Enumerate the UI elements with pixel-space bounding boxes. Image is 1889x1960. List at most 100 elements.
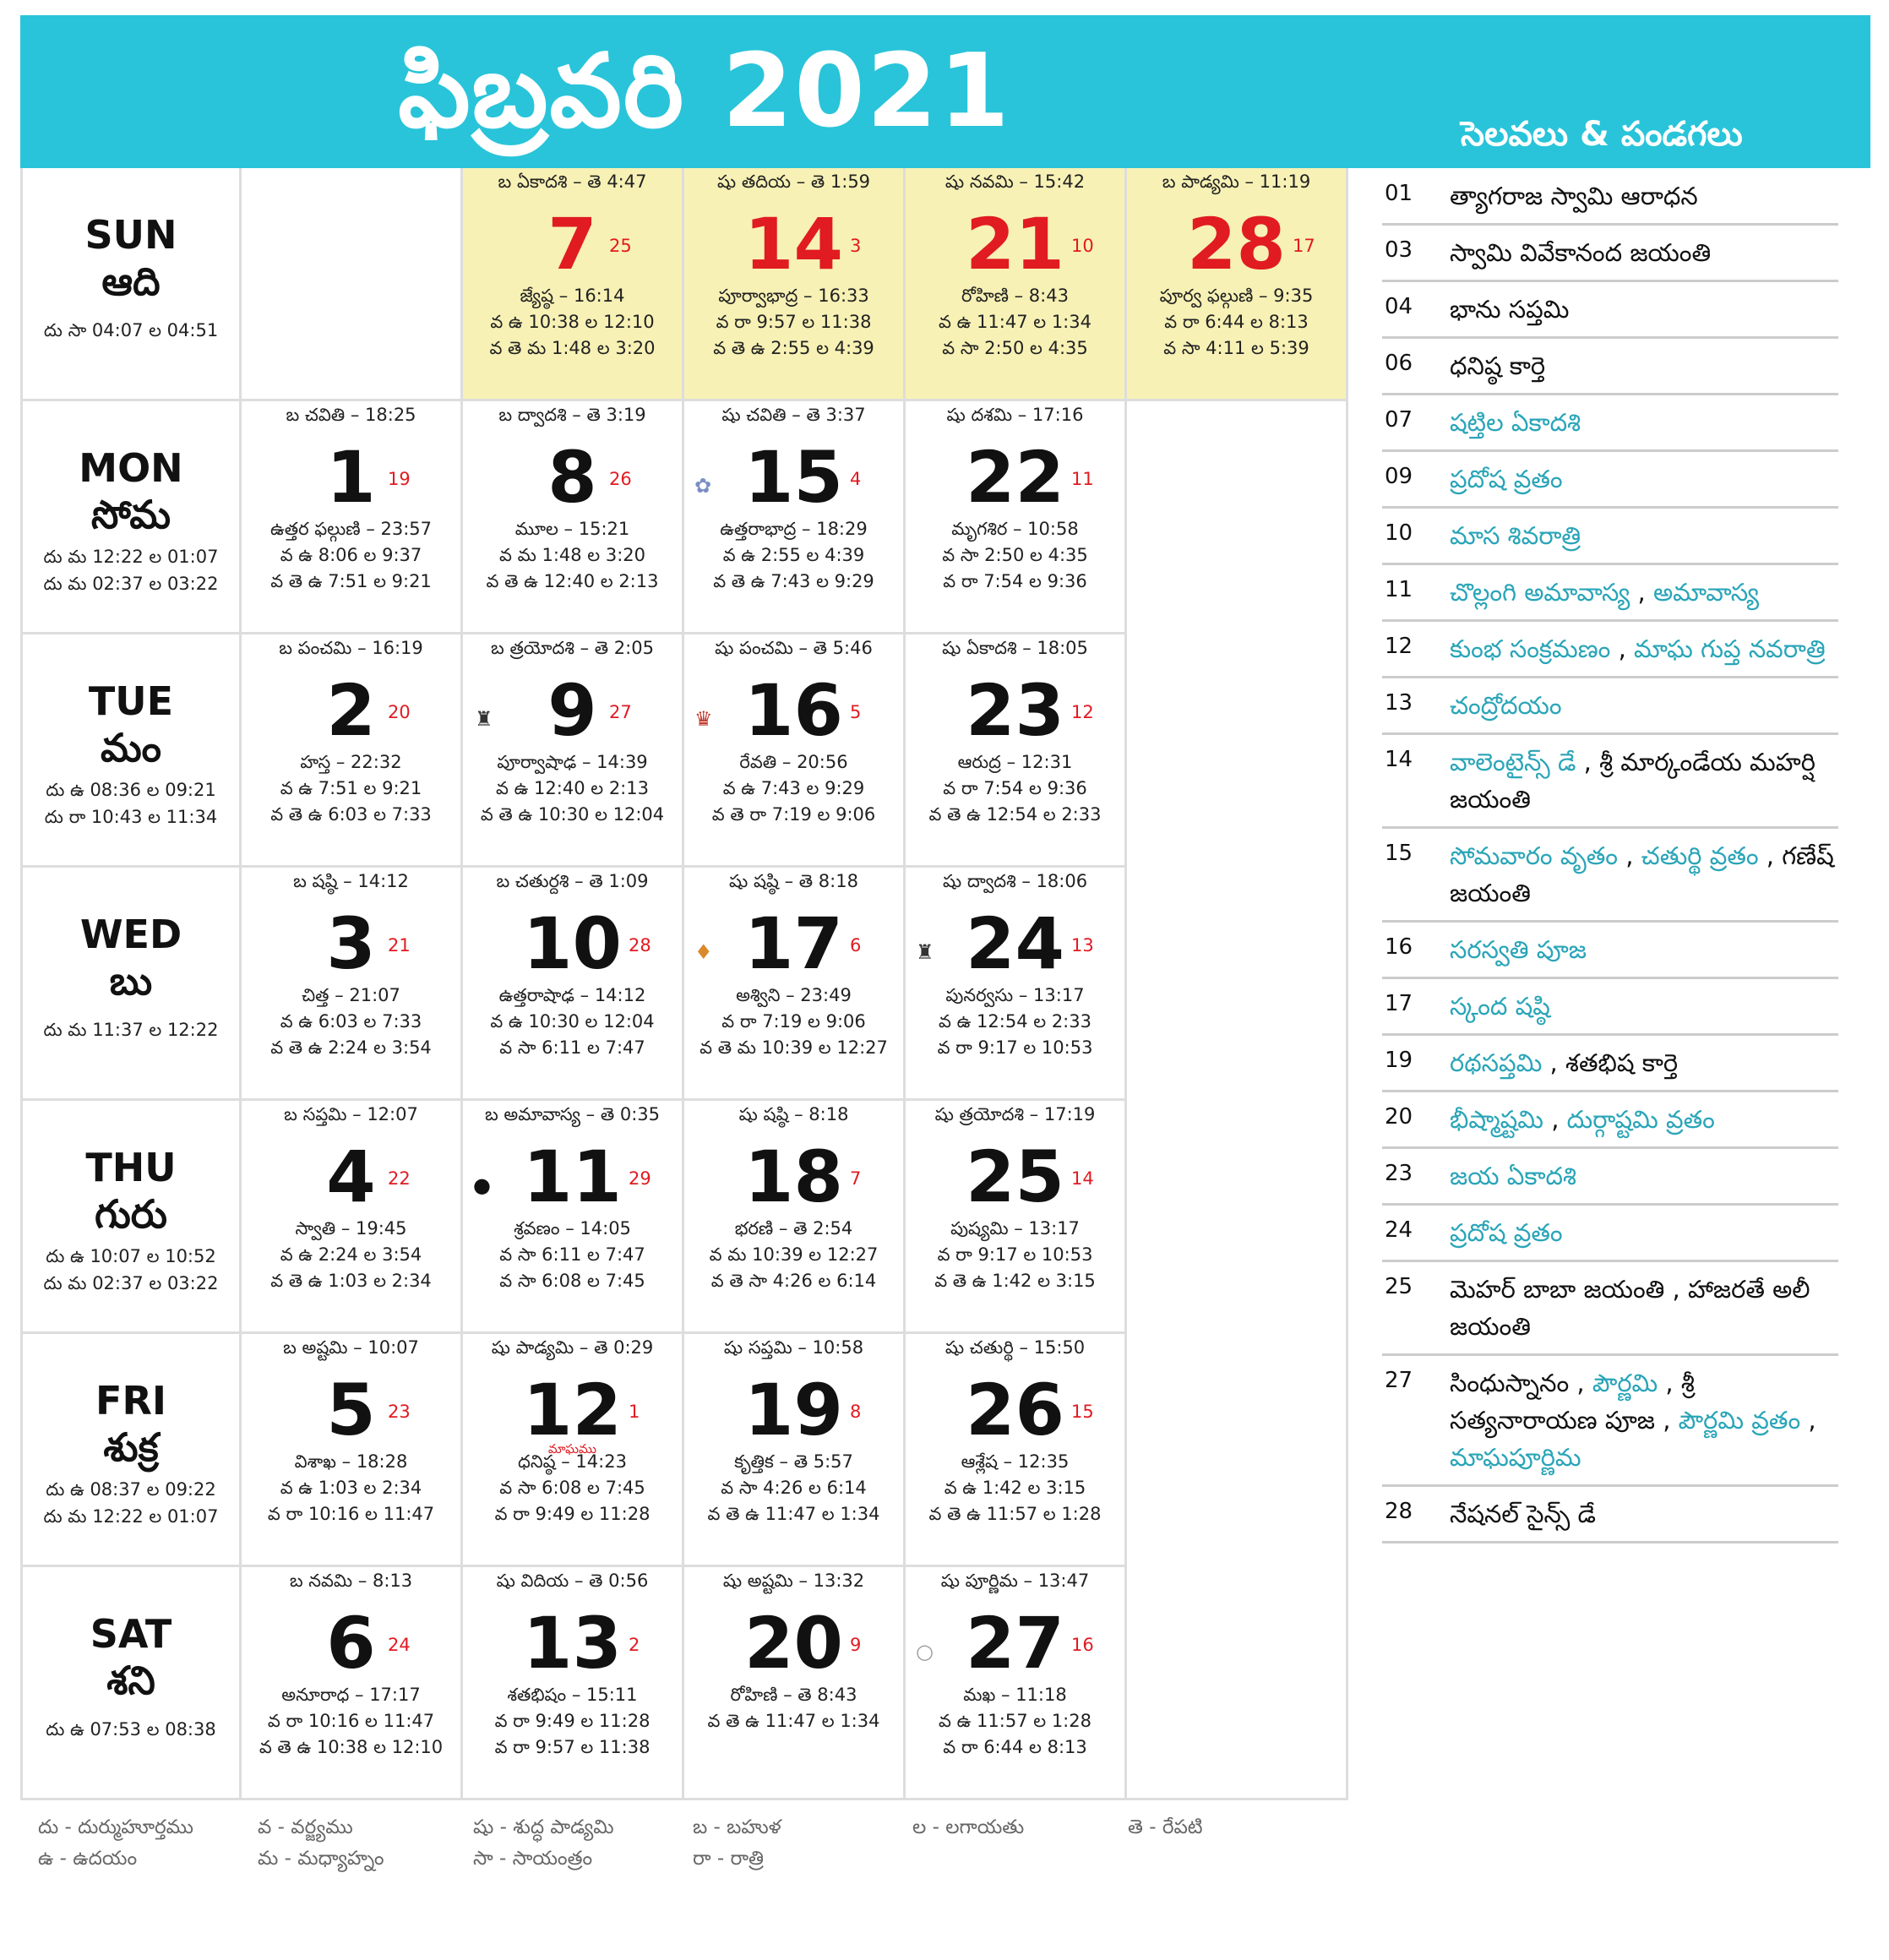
nakshatra-text: పూర్వాభాద్ర – 16:33 [718,286,869,306]
festival-link[interactable]: సరస్వతి పూజ [1450,935,1587,964]
festival-row[interactable]: 15 సోమవారం వృతం , చతుర్థి వ్రతం , గణేష్ జ… [1382,829,1838,923]
varjyam-line-2: వ రా 7:54 ల 9:36 [943,571,1087,591]
varjyam-line-1: వ ఉ 11:47 ల 1:34 [939,312,1091,332]
festival-link[interactable]: భీష్మాష్టమి [1450,1105,1543,1134]
festival-link[interactable]: ప్రదోష వ్రతం [1450,1218,1563,1247]
festival-link[interactable]: ప్రదోష వ్రతం [1450,465,1563,493]
empty-cell [1127,634,1348,868]
festival-link[interactable]: దుర్గాష్టమి వ్రతం [1567,1105,1715,1134]
festival-row[interactable]: 16 సరస్వతి పూజ [1382,923,1838,979]
date-cell-24[interactable]: షు ద్వాదశి – 18:06 24 13 పునర్వసు – 13:17 వ … [906,868,1127,1101]
date-number: 15 [744,436,843,519]
tithi-text: బ ద్వాదశి – తె 3:19 [498,405,646,425]
festival-row[interactable]: 13 చంద్రోదయం [1382,678,1838,735]
festival-row[interactable]: 25 మెహర్ బాబా జయంతి , హాజరతే అలీ జయంతి [1382,1262,1838,1356]
festival-text: , [1543,1105,1567,1134]
durmuhurtham-times: దు ఉ 08:37 ల 09:22 దు మ 12:22 ల 01:07 [23,1476,239,1530]
festival-link[interactable]: మాఘ గుప్త నవరాత్రి [1634,634,1826,663]
date-cell-26[interactable]: షు చతుర్థి – 15:50 26 15 ఆశ్లేష – 12:35 వ ఉ … [906,1334,1127,1567]
festival-link[interactable]: సోమవారం వృతం [1450,841,1618,870]
day-header-fri: FRI శుక్ర దు ఉ 08:37 ల 09:22 దు మ 12:22 ల 0… [20,1334,242,1567]
date-cell-14[interactable]: షు తదియ – తె 1:59 14 3 పూర్వాభాద్ర – 16:33 వ… [684,168,906,401]
festival-link[interactable]: చంద్రోదయం [1450,691,1562,720]
festival-row[interactable]: 06 ధనిష్ఠ కార్తె [1382,339,1838,395]
festival-link[interactable]: షట్తిల ఏకాదశి [1450,408,1581,437]
festival-link[interactable]: మాస శివరాత్రి [1450,521,1581,550]
date-cell-2[interactable]: బ పంచమి – 16:19 2 20 హస్త – 22:32 వ ఉ 7:51 ల… [242,634,463,868]
nakshatra-text: మూల – 15:21 [514,519,630,539]
date-cell-18[interactable]: షు షష్ఠి – 8:18 18 7 భరణి – తె 2:54 వ మ 10:3… [684,1101,906,1334]
festival-row[interactable]: 20 భీష్మాష్టమి , దుర్గాష్టమి వ్రతం [1382,1092,1838,1149]
festival-link[interactable]: కుంభ సంక్రమణం [1450,634,1610,663]
festival-row[interactable]: 23 జయ ఏకాదశి [1382,1149,1838,1206]
date-cell-4[interactable]: బ సప్తమి – 12:07 4 22 స్వాతి – 19:45 వ ఉ 2:2… [242,1101,463,1334]
date-cell-11[interactable]: బ అమావాస్య – తె 0:35 11 29 శ్రవణం – 14:05 వ … [463,1101,684,1334]
festival-link[interactable]: పౌర్ణమి [1592,1369,1658,1397]
date-cell-21[interactable]: షు నవమి – 15:42 21 10 రోహిణి – 8:43 వ ఉ 11:4… [906,168,1127,401]
date-cell-19[interactable]: షు సప్తమి – 10:58 19 8 కృత్తిక – తె 5:57 వ స… [684,1334,906,1567]
varjyam-line-1: వ సా 4:26 ల 6:14 [721,1478,867,1498]
festival-link[interactable]: జయ ఏకాదశి [1450,1162,1576,1190]
festival-link[interactable]: మాఘపూర్ణిమ [1450,1443,1581,1472]
telugu-date: 24 [388,1635,411,1655]
festival-link[interactable]: స్కంద షష్ఠి [1450,992,1550,1021]
festival-row[interactable]: 01 త్యాగరాజ స్వామి ఆరాధన [1382,169,1838,226]
festival-row[interactable]: 04 భాను సప్తమి [1382,282,1838,339]
festival-row[interactable]: 14 వాలెంటైన్స్ డే , శ్రీ మార్కండేయ మహర్షి… [1382,735,1838,829]
festival-row[interactable]: 19 రథసప్తమి , శతభిష కార్తె [1382,1036,1838,1092]
festival-link[interactable]: అమావాస్య [1653,578,1759,607]
festival-text: సింధుస్నానం , [1450,1369,1592,1397]
festival-name: ధనిష్ఠ కార్తె [1450,347,1838,384]
festival-row[interactable]: 12 కుంభ సంక్రమణం , మాఘ గుప్త నవరాత్రి [1382,622,1838,678]
festival-link[interactable]: పౌర్ణమి వ్రతం [1679,1406,1801,1435]
date-cell-27[interactable]: షు పూర్ణిమ – 13:47 27 16 మఖ – 11:18 వ ఉ 11:5… [906,1567,1127,1800]
varjyam-line-2: వ రా 9:57 ల 11:38 [494,1737,651,1757]
festival-row[interactable]: 07 షట్తిల ఏకాదశి [1382,395,1838,452]
date-cell-10[interactable]: బ చతుర్దశి – తె 1:09 10 28 ఉత్తరాషాఢ – 14:1… [463,868,684,1101]
date-cell-1[interactable]: బ చవితి – 18:25 1 19 ఉత్తర ఫల్గుణి – 23:57 వ… [242,401,463,634]
festival-row[interactable]: 03 స్వామి వివేకానంద జయంతి [1382,226,1838,282]
varjyam-line-1: వ ఉ 2:55 ల 4:39 [722,545,865,565]
nakshatra-text: మృగశిర – 10:58 [951,519,1079,539]
date-cell-28[interactable]: బ పాడ్యమి – 11:19 28 17 పూర్వ ఫల్గుణి – 9:3… [1127,168,1348,401]
date-cell-16[interactable]: షు పంచమి – తె 5:46 16 5 రేవతి – 20:56 వ ఉ 7:… [684,634,906,868]
festival-row[interactable]: 09 ప్రదోష వ్రతం [1382,452,1838,509]
nakshatra-text: స్వాతి – 19:45 [295,1218,407,1239]
festival-date: 19 [1385,1048,1413,1073]
telugu-date: 4 [850,469,862,489]
date-cell-20[interactable]: షు అష్టమి – 13:32 20 9 రోహిణి – తె 8:43 వ తె… [684,1567,906,1800]
festival-link[interactable]: రథసప్తమి [1450,1048,1542,1077]
date-cell-5[interactable]: బ అష్టమి – 10:07 5 23 విశాఖ – 18:28 వ ఉ 1:03… [242,1334,463,1567]
durmuhurtham-time: దు మ 02:37 ల 03:22 [43,574,219,594]
festival-row[interactable]: 28 నేషనల్ సైన్స్ డే [1382,1487,1838,1544]
date-cell-6[interactable]: బ నవమి – 8:13 6 24 అనూరాధ – 17:17 వ రా 10:16… [242,1567,463,1800]
festival-link[interactable]: చొల్లంగి అమావాస్య [1450,578,1630,607]
telugu-date: 17 [1293,236,1315,256]
date-cell-17[interactable]: షు షష్ఠి – తె 8:18 17 6 అశ్విని – 23:49 వ రా… [684,868,906,1101]
date-cell-25[interactable]: షు త్రయోదశి – 17:19 25 14 పుష్యమి – 13:17 వ … [906,1101,1127,1334]
varjyam-line-1: వ ఉ 7:43 ల 9:29 [722,778,865,798]
date-cell-8[interactable]: బ ద్వాదశి – తె 3:19 8 26 మూల – 15:21 వ మ 1:4… [463,401,684,634]
date-cell-7[interactable]: బ ఏకాదశి – తె 4:47 7 25 జ్యేష్ఠ – 16:14 వ ఉ … [463,168,684,401]
varjyam-line-1: వ రా 9:49 ల 11:28 [494,1711,651,1731]
date-cell-23[interactable]: షు ఏకాదశి – 18:05 23 12 ఆరుద్ర – 12:31 వ రా … [906,634,1127,868]
date-cell-3[interactable]: బ షష్ఠి – 14:12 3 21 చిత్త – 21:07 వ ఉ 6:03 … [242,868,463,1101]
date-cell-15[interactable]: షు చవితి – తె 3:37 15 4 ఉత్తరాభాద్ర – 18:29… [684,401,906,634]
varjyam-line-2: వ తె మ 10:39 ల 12:27 [700,1037,888,1058]
date-number: 4 [326,1135,376,1218]
festival-row[interactable]: 24 ప్రదోష వ్రతం [1382,1206,1838,1262]
festival-row[interactable]: 27 సింధుస్నానం , పౌర్ణమి , శ్రీ సత్యనారాయ… [1382,1356,1838,1487]
festival-link[interactable]: వాలెంటైన్స్ డే [1450,748,1576,776]
date-cell-22[interactable]: షు దశమి – 17:16 22 11 మృగశిర – 10:58 వ సా 2:… [906,401,1127,634]
durmuhurtham-times: దు ఉ 10:07 ల 10:52 దు మ 02:37 ల 03:22 [23,1243,239,1297]
festival-row[interactable]: 17 స్కంద షష్ఠి [1382,979,1838,1036]
festival-link[interactable]: చతుర్థి వ్రతం [1641,841,1759,870]
festival-row[interactable]: 10 మాస శివరాత్రి [1382,509,1838,565]
festival-name: భాను సప్తమి [1450,291,1838,328]
date-cell-9[interactable]: బ త్రయోదశి – తె 2:05 9 27 పూర్వాషాఢ – 14:39… [463,634,684,868]
legend-item: ఉ - ఉదయం [38,1848,138,1870]
date-cell-13[interactable]: షు విదియ – తె 0:56 13 2 శతభిషం – 15:11 వ రా … [463,1567,684,1800]
date-cell-12[interactable]: షు పాడ్యమి – తె 0:29 12 1 మాఘము ధనిష్ఠ – 14:… [463,1334,684,1567]
legend-item: బ - బహుళ [693,1816,781,1838]
festival-row[interactable]: 11 చొల్లంగి అమావాస్య , అమావాస్య [1382,565,1838,622]
